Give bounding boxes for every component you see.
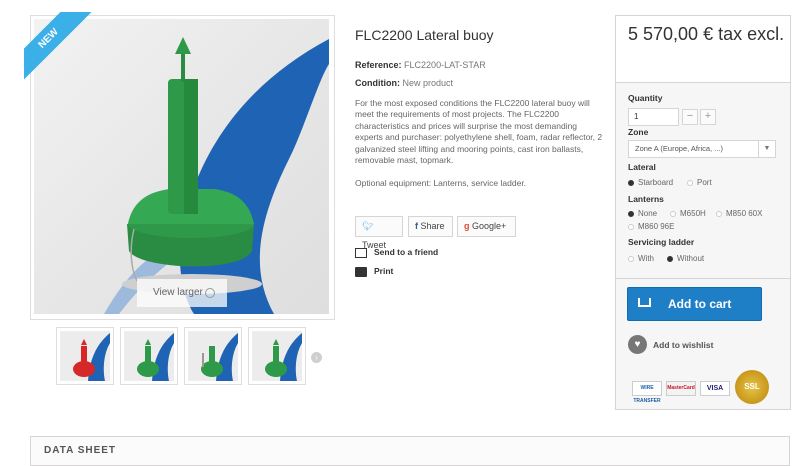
radio-empty-icon (628, 255, 634, 262)
google-plus-button[interactable]: g Google+ (457, 216, 516, 237)
thumbnail-green-buoy-1[interactable] (120, 327, 178, 385)
printer-icon (355, 266, 367, 277)
quantity-input[interactable]: 1 (628, 108, 679, 126)
lanterns-label: Lanterns (628, 194, 664, 204)
send-friend-label: Send to a friend (374, 247, 439, 257)
thumbnail-green-buoy-3[interactable] (248, 327, 306, 385)
radio-empty-icon (687, 179, 693, 186)
facebook-icon: f (415, 221, 418, 231)
mastercard-icon: MasterCard (666, 381, 696, 396)
quantity-label: Quantity (628, 93, 663, 103)
lateral-starboard-label: Starboard (638, 178, 674, 187)
product-description: For the most exposed conditions the FLC2… (355, 98, 603, 166)
heart-icon[interactable]: ♥ (628, 335, 647, 354)
lantern-m860-label: M860 96E (638, 222, 675, 231)
reference-line: Reference: FLC2200-LAT-STAR (355, 60, 486, 70)
optional-equipment: Optional equipment: Lanterns, service la… (355, 178, 527, 188)
lantern-m650h-label: M650H (680, 209, 706, 218)
visa-icon: VISA (700, 381, 730, 396)
radio-empty-icon (628, 223, 634, 230)
condition-line: Condition: New product (355, 78, 453, 88)
ladder-without-label: Without (677, 254, 705, 263)
thumbnail-red-buoy[interactable] (56, 327, 114, 385)
lantern-m650h-radio[interactable]: M650H (670, 209, 706, 218)
lateral-port-radio[interactable]: Port (687, 178, 712, 187)
chevron-down-icon: ▼ (758, 141, 775, 157)
data-sheet-title: DATA SHEET (44, 445, 117, 456)
quantity-minus-button[interactable]: − (682, 109, 698, 125)
twitter-icon: 🐦︎ (362, 221, 374, 231)
quantity-plus-button[interactable]: + (700, 109, 716, 125)
thumbnail-next-arrow-icon[interactable]: › (311, 352, 322, 363)
new-badge-label: NEW (24, 12, 94, 82)
radio-selected-icon (667, 255, 673, 262)
google-plus-icon: g (464, 221, 470, 231)
ladder-with-radio[interactable]: With (628, 254, 654, 263)
zoom-icon (205, 288, 215, 298)
view-larger-label: View larger (153, 287, 203, 298)
lateral-port-label: Port (697, 178, 712, 187)
google-label: Google+ (472, 221, 507, 231)
reference-label: Reference: (355, 60, 402, 70)
thumbnail-green-buoy-2[interactable] (184, 327, 242, 385)
ladder-without-radio[interactable]: Without (667, 254, 704, 263)
radio-empty-icon (670, 210, 676, 217)
add-to-cart-label: Add to cart (668, 297, 732, 311)
send-to-friend-link[interactable]: Send to a friend (355, 247, 438, 258)
lantern-m850-radio[interactable]: M850 60X (716, 209, 762, 218)
tweet-button[interactable]: 🐦︎ Tweet (355, 216, 403, 250)
lantern-none-radio[interactable]: None (628, 209, 657, 218)
lantern-m850-label: M850 60X (726, 209, 763, 218)
add-to-wishlist-link[interactable]: Add to wishlist (653, 340, 713, 350)
ssl-seal-icon: SSL (735, 370, 769, 404)
print-link[interactable]: Print (355, 266, 393, 277)
zone-select[interactable]: Zone A (Europe, Africa, ...) ▼ (628, 140, 776, 158)
view-larger-button[interactable]: View larger (137, 279, 227, 307)
condition-label: Condition: (355, 78, 400, 88)
zone-select-value: Zone A (Europe, Africa, ...) (635, 144, 723, 153)
ladder-with-label: With (638, 254, 654, 263)
lantern-none-label: None (638, 209, 658, 218)
wire-transfer-icon: WIRE TRANSFER (632, 381, 662, 404)
radio-selected-icon (628, 179, 634, 186)
zone-label: Zone (628, 127, 649, 137)
ladder-label: Servicing ladder (628, 237, 695, 247)
share-label: Share (420, 221, 445, 231)
print-label: Print (374, 266, 394, 276)
lateral-starboard-radio[interactable]: Starboard (628, 178, 673, 187)
radio-selected-icon (628, 210, 634, 217)
lantern-m860-radio[interactable]: M860 96E (628, 222, 674, 231)
product-price: 5 570,00 € tax excl. (628, 24, 785, 44)
envelope-icon (355, 247, 367, 258)
cart-icon (638, 298, 651, 307)
condition-value: New product (402, 78, 454, 88)
radio-empty-icon (716, 210, 722, 217)
lateral-label: Lateral (628, 162, 656, 172)
product-title: FLC2200 Lateral buoy (355, 27, 494, 43)
buybox-divider (616, 278, 790, 279)
data-sheet-section (30, 436, 790, 466)
new-badge: NEW (24, 12, 94, 82)
reference-value: FLC2200-LAT-STAR (404, 60, 486, 70)
facebook-share-button[interactable]: f Share (408, 216, 453, 237)
